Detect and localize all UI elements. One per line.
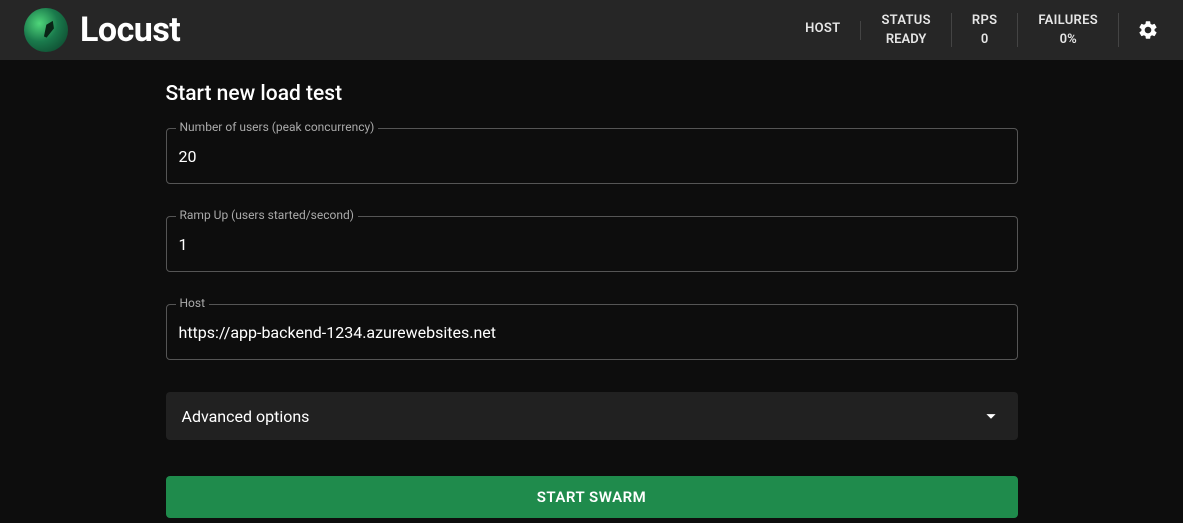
field-label: Ramp Up (users started/second) xyxy=(176,208,358,222)
page-title: Start new load test xyxy=(166,82,1018,106)
header-stats: HOST STATUS READY RPS 0 FAILURES 0% xyxy=(785,13,1159,47)
locust-logo-icon xyxy=(24,8,68,52)
brand: Locust xyxy=(24,8,180,52)
stat-value: 0 xyxy=(972,32,997,47)
start-swarm-button[interactable]: START SWARM xyxy=(166,476,1018,518)
gear-icon xyxy=(1137,19,1159,41)
stat-rps: RPS 0 xyxy=(952,13,1018,47)
field-border xyxy=(166,216,1018,272)
users-input[interactable] xyxy=(179,147,1005,166)
header: Locust HOST STATUS READY RPS 0 FAILURES … xyxy=(0,0,1183,60)
field-ramp: Ramp Up (users started/second) xyxy=(166,216,1018,272)
stat-label: FAILURES xyxy=(1038,13,1098,28)
stat-value: 0% xyxy=(1038,32,1098,47)
load-test-form: Start new load test Number of users (pea… xyxy=(166,82,1018,518)
field-users: Number of users (peak concurrency) xyxy=(166,128,1018,184)
stat-host: HOST xyxy=(785,21,861,40)
main: Start new load test Number of users (pea… xyxy=(0,60,1183,518)
brand-name: Locust xyxy=(80,10,180,50)
stat-label: STATUS xyxy=(881,13,930,28)
field-label: Host xyxy=(176,296,210,310)
ramp-input[interactable] xyxy=(179,235,1005,254)
chevron-down-icon xyxy=(980,405,1002,427)
field-label: Number of users (peak concurrency) xyxy=(176,120,379,134)
stat-label: HOST xyxy=(805,21,840,36)
advanced-options-toggle[interactable]: Advanced options xyxy=(166,392,1018,440)
settings-button[interactable] xyxy=(1137,19,1159,41)
stat-value: READY xyxy=(881,32,930,47)
advanced-options-label: Advanced options xyxy=(182,407,310,426)
host-input[interactable] xyxy=(179,323,1005,342)
stat-status: STATUS READY xyxy=(861,13,951,47)
field-host: Host xyxy=(166,304,1018,360)
field-border xyxy=(166,304,1018,360)
field-border xyxy=(166,128,1018,184)
stat-label: RPS xyxy=(972,13,997,28)
stat-failures: FAILURES 0% xyxy=(1018,13,1119,47)
